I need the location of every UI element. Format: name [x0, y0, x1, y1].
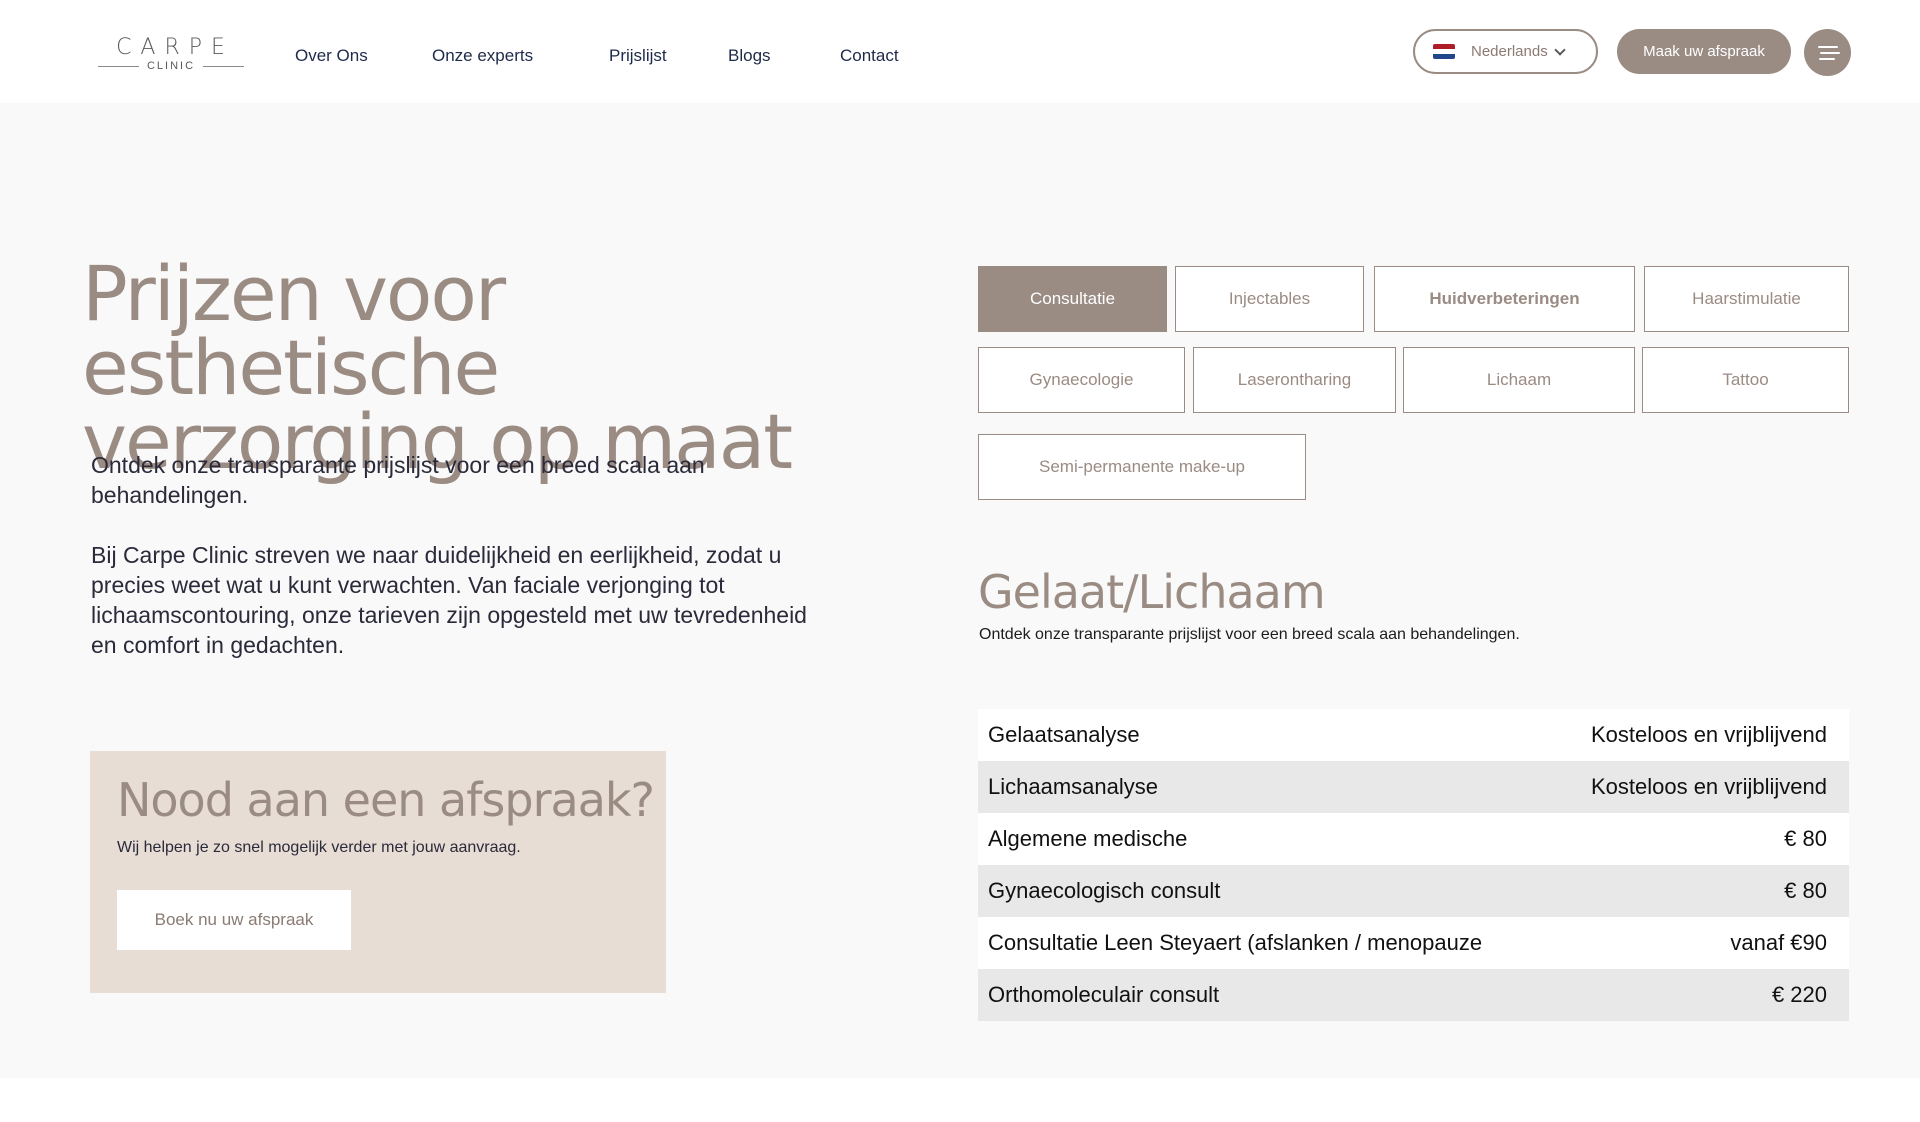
menu-icon-line-3 — [1818, 57, 1835, 60]
treatment-price: vanaf €90 — [1730, 930, 1827, 955]
pricing-section: Prijzen voor esthetische verzorging op m… — [0, 103, 1920, 1078]
menu-button[interactable] — [1804, 29, 1851, 76]
table-row: Algemene medische € 80 — [978, 813, 1849, 865]
treatment-name: Algemene medische — [988, 826, 1188, 851]
intro-text-2: Bij Carpe Clinic streven we naar duideli… — [91, 542, 807, 658]
treatment-name: Gelaatsanalyse — [988, 722, 1140, 747]
logo[interactable]: CARPE CLINIC — [98, 36, 244, 72]
tab-lichaam[interactable]: Lichaam — [1403, 347, 1635, 413]
tab-haarstimulatie[interactable]: Haarstimulatie — [1644, 266, 1849, 332]
appointment-title: Nood aan een afspraak? — [117, 773, 655, 827]
price-table: Gelaatsanalyse Kosteloos en vrijblijvend… — [978, 709, 1849, 1021]
logo-sub: CLINIC — [98, 60, 244, 72]
tab-gynaecologie[interactable]: Gynaecologie — [978, 347, 1185, 413]
logo-sub-text: CLINIC — [146, 60, 196, 72]
nav-prijslijst[interactable]: Prijslijst — [609, 44, 667, 68]
section-title: Gelaat/Lichaam — [978, 565, 1326, 619]
treatment-price: Kosteloos en vrijblijvend — [1590, 722, 1827, 747]
treatment-name: Orthomoleculair consult — [988, 982, 1220, 1007]
treatment-name: Consultatie Leen Steyaert (afslanken / m… — [988, 930, 1483, 955]
chevron-down-icon — [1554, 43, 1566, 56]
treatment-price: € 80 — [1784, 826, 1827, 851]
flag-stripe-blue — [1433, 54, 1455, 59]
appointment-subtitle: Wij helpen je zo snel mogelijk verder me… — [117, 839, 521, 856]
tab-injectables[interactable]: Injectables — [1175, 266, 1364, 332]
tab-tattoo[interactable]: Tattoo — [1642, 347, 1849, 413]
treatment-name: Gynaecologisch consult — [988, 878, 1221, 903]
book-now-button[interactable]: Boek nu uw afspraak — [117, 890, 351, 950]
appointment-card: Nood aan een afspraak? Wij helpen je zo … — [90, 751, 666, 993]
treatment-price: € 80 — [1784, 878, 1827, 903]
site-header: CARPE CLINIC Over Ons Onze experts Prijs… — [0, 0, 1920, 103]
nav-over-ons[interactable]: Over Ons — [295, 44, 368, 68]
menu-icon-line-2 — [1819, 51, 1840, 54]
language-selector[interactable]: Nederlands — [1413, 29, 1598, 74]
tab-huidverbeteringen[interactable]: Huidverbeteringen — [1374, 266, 1635, 332]
book-appointment-button[interactable]: Maak uw afspraak — [1617, 29, 1791, 74]
footer-strip — [0, 1078, 1920, 1122]
tab-semi-permanente-make-up[interactable]: Semi-permanente make-up — [978, 434, 1306, 500]
table-row: Orthomoleculair consult € 220 — [978, 969, 1849, 1021]
menu-icon-line-1 — [1817, 45, 1838, 48]
section-subtitle: Ontdek onze transparante prijslijst voor… — [979, 626, 1520, 643]
language-label: Nederlands — [1471, 43, 1548, 60]
logo-word: CARPE — [116, 35, 234, 60]
intro-text: Ontdek onze transparante prijslijst voor… — [91, 452, 705, 508]
logo-rule-left — [98, 65, 139, 67]
treatment-name: Lichaamsanalyse — [988, 774, 1158, 799]
page-title: Prijzen voor esthetische verzorging op m… — [82, 249, 793, 486]
tab-laserontharing[interactable]: Laserontharing — [1193, 347, 1396, 413]
nav-onze-experts[interactable]: Onze experts — [432, 44, 533, 68]
flag-nl-icon — [1433, 44, 1455, 59]
treatment-price: € 220 — [1771, 982, 1827, 1007]
nav-contact[interactable]: Contact — [840, 44, 899, 68]
table-row: Lichaamsanalyse Kosteloos en vrijblijven… — [978, 761, 1849, 813]
table-row: Gelaatsanalyse Kosteloos en vrijblijvend — [978, 709, 1849, 761]
tab-consultatie[interactable]: Consultatie — [978, 266, 1167, 332]
logo-rule-right — [203, 65, 244, 67]
table-row: Gynaecologisch consult € 80 — [978, 865, 1849, 917]
treatment-price: Kosteloos en vrijblijvend — [1590, 774, 1827, 799]
table-row: Consultatie Leen Steyaert (afslanken / m… — [978, 917, 1849, 969]
nav-blogs[interactable]: Blogs — [728, 44, 771, 68]
